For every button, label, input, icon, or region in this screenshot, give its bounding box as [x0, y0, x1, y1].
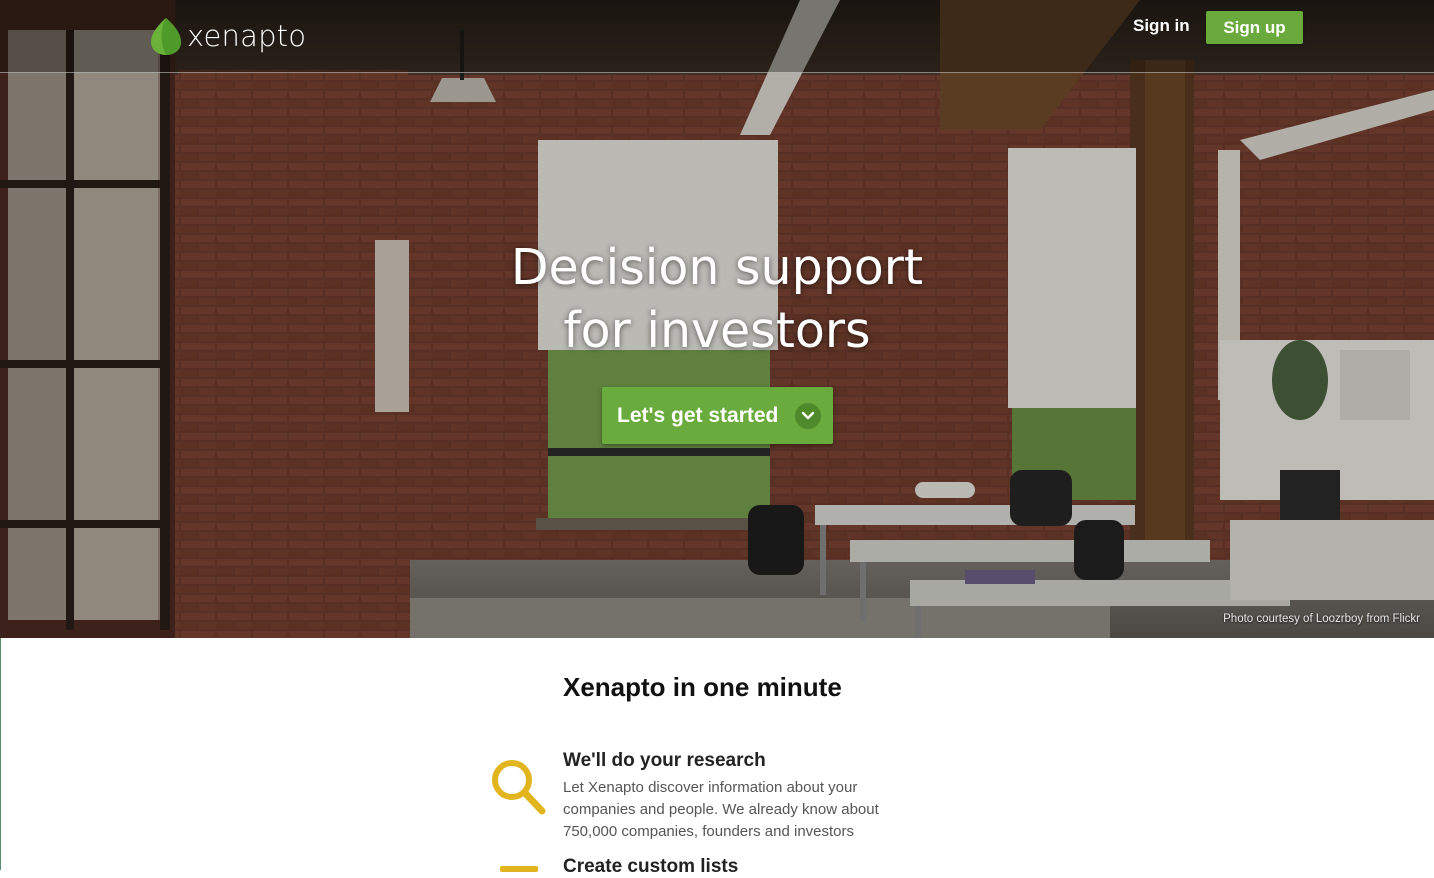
left-border	[0, 638, 1, 870]
headline-line-1: Decision support	[510, 239, 924, 296]
feature-description-research: Let Xenapto discover information about y…	[563, 779, 879, 840]
get-started-button[interactable]: Let's get started	[602, 387, 833, 444]
sign-up-button[interactable]: Sign up	[1206, 11, 1303, 44]
search-icon	[492, 760, 546, 815]
top-navigation-bar: xenapto Sign in Sign up	[0, 0, 1434, 73]
chevron-down-icon	[795, 403, 821, 429]
list-icon	[500, 866, 538, 872]
leaf-icon	[151, 18, 181, 55]
feature-title-lists: Create custom lists	[563, 856, 739, 877]
logo[interactable]: xenapto	[149, 15, 306, 57]
hero-headline: Decision support for investors	[467, 236, 967, 362]
section-title: Xenapto in one minute	[563, 672, 842, 702]
sign-in-link[interactable]: Sign in	[1133, 16, 1190, 36]
headline-line-2: for investors	[563, 302, 871, 359]
get-started-label: Let's get started	[617, 403, 779, 427]
brand-name: xenapto	[187, 19, 307, 53]
feature-title-research: We'll do your research	[563, 750, 766, 771]
hero-section: xenapto Sign in Sign up Decision support…	[0, 0, 1434, 638]
photo-credit: Photo courtesy of Loozrboy from Flickr	[1223, 613, 1420, 625]
